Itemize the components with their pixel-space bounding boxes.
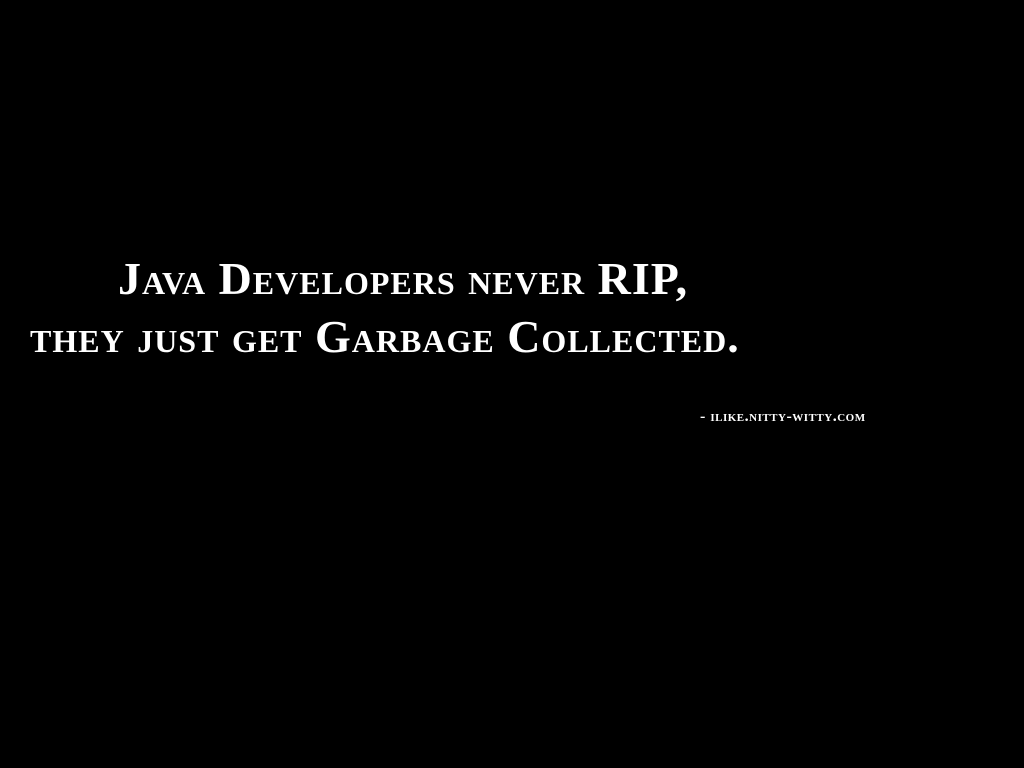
quote-line-2: they just get Garbage Collected. [30,311,740,362]
attribution-text: - ilike.nitty-witty.com [700,408,866,425]
quote-text: Java Developers never RIP, they just get… [0,250,976,366]
quote-line-1: Java Developers never RIP, [118,253,689,304]
quote-slide: Java Developers never RIP, they just get… [0,0,1024,768]
